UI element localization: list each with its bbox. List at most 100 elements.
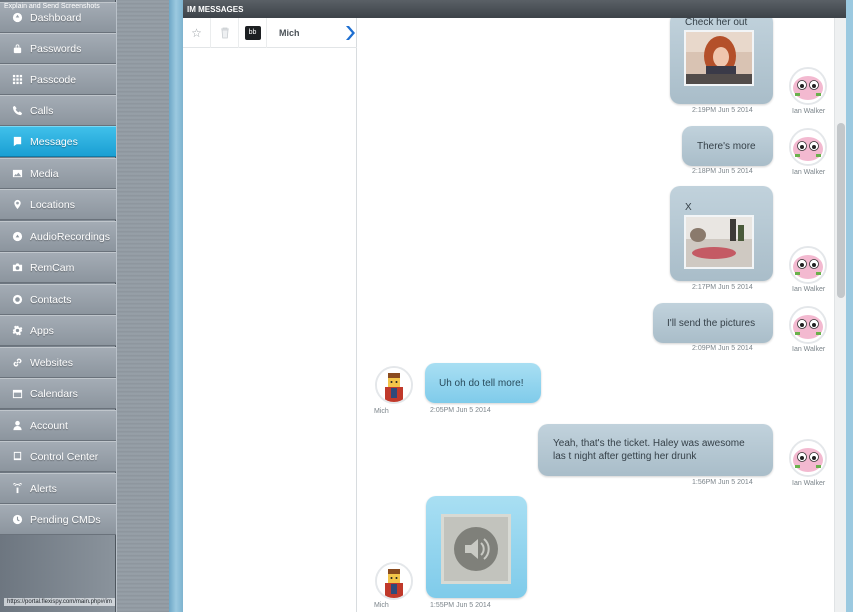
monitor-icon xyxy=(11,451,23,463)
sidebar-item-label: Contacts xyxy=(30,293,72,306)
sender-name: Ian Walker xyxy=(792,286,826,293)
avatar xyxy=(789,67,827,105)
contact-list: ☆ bb Mich xyxy=(183,17,357,612)
message-timestamp: 2:19PM Jun 5 2014 xyxy=(692,107,753,114)
location-pin-icon xyxy=(11,199,23,211)
message-timestamp: 2:17PM Jun 5 2014 xyxy=(692,284,753,291)
clock-icon xyxy=(11,514,23,526)
metal-background xyxy=(117,0,171,612)
panel-border xyxy=(169,0,183,612)
sidebar-item-audiorecordings[interactable]: AudioRecordings xyxy=(0,221,116,252)
sidebar-item-calls[interactable]: Calls xyxy=(0,95,116,126)
sidebar-item-passcode[interactable]: Passcode xyxy=(0,64,116,95)
star-icon[interactable]: ☆ xyxy=(183,17,211,48)
message-text: Yeah, that's the ticket. Haley was aweso… xyxy=(553,438,745,462)
sidebar-item-label: Dashboard xyxy=(30,11,82,24)
panel-border-right xyxy=(846,0,853,612)
sidebar-item-label: Passcode xyxy=(30,73,77,86)
blackberry-messenger-icon: bb xyxy=(239,17,267,48)
user-icon xyxy=(11,420,23,432)
sender-name: Ian Walker xyxy=(792,169,826,176)
sidebar-item-label: Calls xyxy=(30,104,54,117)
message-text: There's more xyxy=(697,141,756,152)
avatar xyxy=(789,128,827,166)
signal-icon xyxy=(11,483,23,495)
sidebar-item-label: RemCam xyxy=(30,261,75,274)
message-bubble-outgoing[interactable]: There's more xyxy=(682,126,773,166)
scrollbar-thumb[interactable] xyxy=(837,123,845,298)
sidebar-item-passwords[interactable]: Passwords xyxy=(0,33,116,64)
sidebar-item-remcam[interactable]: RemCam xyxy=(0,252,116,283)
message-bubble-outgoing[interactable]: Yeah, that's the ticket. Haley was aweso… xyxy=(538,424,773,476)
im-messages-panel: IM MESSAGES ☆ bb Mich Check her out 2:19… xyxy=(183,0,846,612)
trash-icon[interactable] xyxy=(211,17,239,48)
avatar xyxy=(789,439,827,477)
calendar-icon xyxy=(11,388,23,400)
message-bubble-incoming[interactable] xyxy=(426,496,527,598)
photo-thumbnail[interactable] xyxy=(684,215,754,269)
sidebar-item-contacts[interactable]: Contacts xyxy=(0,284,116,315)
message-timestamp: 2:05PM Jun 5 2014 xyxy=(430,407,491,414)
sidebar-item-label: Apps xyxy=(30,324,54,337)
message-timestamp: 1:55PM Jun 5 2014 xyxy=(430,602,491,609)
phone-icon xyxy=(11,105,23,117)
speaker-icon xyxy=(454,527,498,571)
sidebar-item-label: Passwords xyxy=(30,42,82,55)
sidebar-item-control-center[interactable]: Control Center xyxy=(0,441,116,472)
sidebar-item-messages[interactable]: Messages xyxy=(0,126,116,157)
message-bubble-outgoing[interactable]: Check her out xyxy=(670,18,773,104)
avatar xyxy=(375,562,413,600)
sidebar-item-media[interactable]: Media xyxy=(0,158,116,189)
tooltip-text: Explain and Send Screenshots xyxy=(4,3,100,10)
avatar xyxy=(375,366,413,404)
message-scrollbar[interactable] xyxy=(834,18,846,612)
contact-row[interactable]: ☆ bb Mich xyxy=(183,17,357,48)
message-bubble-incoming[interactable]: Uh oh do tell more! xyxy=(425,363,541,403)
contact-icon xyxy=(11,294,23,306)
link-icon xyxy=(11,357,23,369)
message-text: Check her out xyxy=(685,18,748,28)
sender-name: Ian Walker xyxy=(792,108,826,115)
keypad-icon xyxy=(11,74,23,86)
message-thread: Check her out 2:19PM Jun 5 2014 Ian Walk… xyxy=(358,18,834,612)
message-timestamp: 2:09PM Jun 5 2014 xyxy=(692,345,753,352)
sidebar-item-label: Calendars xyxy=(30,387,78,400)
status-bar-url: https://portal.flexispy.com/main.php#/im xyxy=(4,598,115,606)
sidebar-item-label: Alerts xyxy=(30,482,57,495)
gear-icon xyxy=(11,325,23,337)
sidebar-item-alerts[interactable]: Alerts xyxy=(0,473,116,504)
sidebar-item-locations[interactable]: Locations xyxy=(0,189,116,220)
contact-name: Mich xyxy=(279,27,300,38)
panel-title: IM MESSAGES xyxy=(183,0,846,18)
chevron-right-icon[interactable] xyxy=(345,26,355,40)
sender-name: Ian Walker xyxy=(792,346,826,353)
sidebar-item-label: Messages xyxy=(30,135,78,148)
sidebar-item-label: Account xyxy=(30,419,68,432)
sidebar-item-label: Control Center xyxy=(30,450,99,463)
lock-icon xyxy=(11,43,23,55)
sender-name: Mich xyxy=(374,602,389,609)
message-timestamp: 2:18PM Jun 5 2014 xyxy=(692,168,753,175)
sidebar-item-websites[interactable]: Websites xyxy=(0,347,116,378)
message-bubble-outgoing[interactable]: I'll send the pictures xyxy=(653,303,773,343)
sender-name: Mich xyxy=(374,408,389,415)
sidebar-item-label: Pending CMDs xyxy=(30,513,101,526)
camera-icon xyxy=(11,262,23,274)
photo-thumbnail[interactable] xyxy=(684,30,754,86)
message-bubble-outgoing[interactable]: X xyxy=(670,186,773,281)
sidebar-item-label: Locations xyxy=(30,198,75,211)
sender-name: Ian Walker xyxy=(792,480,826,487)
sidebar-nav: Explain and Send Screenshots Dashboard P… xyxy=(0,0,116,612)
dashboard-icon xyxy=(11,12,23,24)
message-text: I'll send the pictures xyxy=(667,318,756,329)
audio-attachment[interactable] xyxy=(441,514,511,584)
sidebar-item-label: AudioRecordings xyxy=(30,230,110,243)
sidebar-item-calendars[interactable]: Calendars xyxy=(0,378,116,409)
sidebar-item-account[interactable]: Account xyxy=(0,410,116,441)
sidebar-item-pending-cmds[interactable]: Pending CMDs xyxy=(0,504,116,535)
microphone-icon xyxy=(11,231,23,243)
image-icon xyxy=(11,168,23,180)
avatar xyxy=(789,246,827,284)
message-icon xyxy=(11,136,23,148)
sidebar-item-apps[interactable]: Apps xyxy=(0,315,116,346)
